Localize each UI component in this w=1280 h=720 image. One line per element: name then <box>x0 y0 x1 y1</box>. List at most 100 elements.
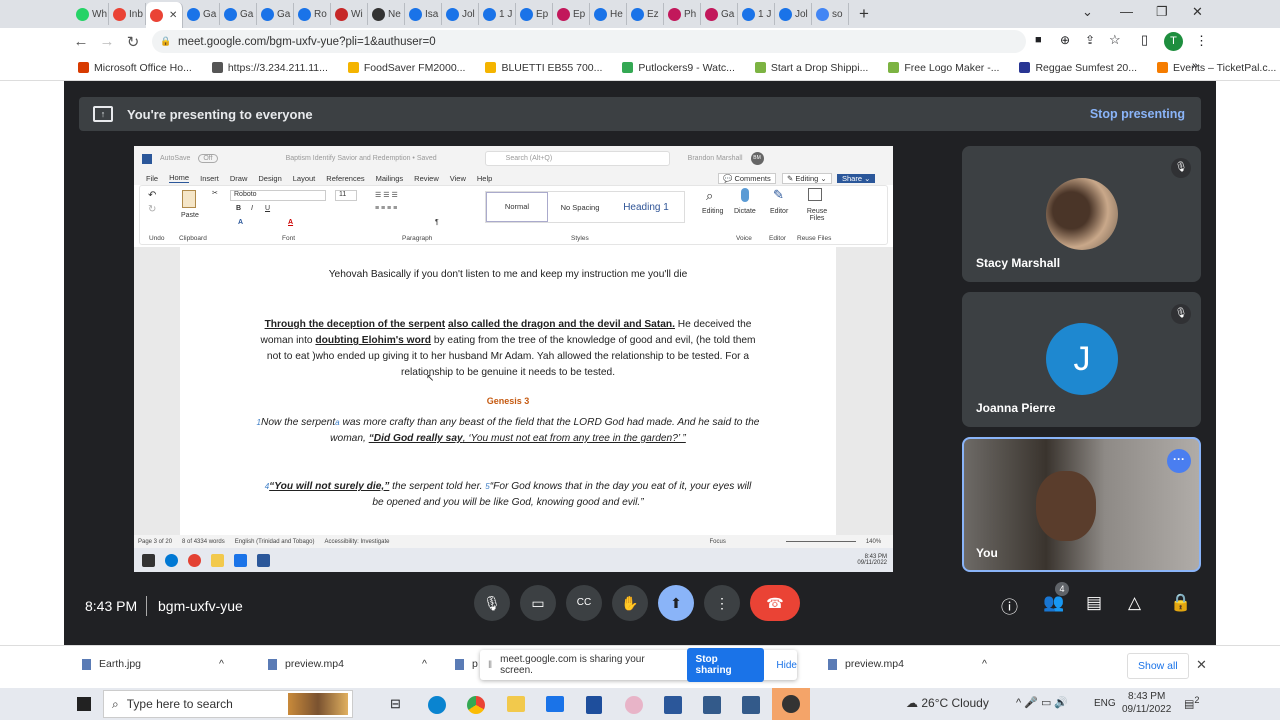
align-icons[interactable]: ≡ ≡ ≡ ≡ <box>375 205 397 212</box>
paste-icon[interactable] <box>182 190 196 208</box>
bookmark-item[interactable]: https://3.234.211.11... <box>211 62 328 74</box>
undo-icon[interactable]: ↶ <box>148 190 156 201</box>
menu-view[interactable]: View <box>450 174 466 183</box>
mail-taskbar-icon[interactable] <box>546 696 564 712</box>
underline-button[interactable]: U <box>265 205 270 212</box>
share-button[interactable]: Share ⌄ <box>837 173 876 183</box>
close-tab-icon[interactable]: ✕ <box>169 10 177 21</box>
obs-taskbar-button[interactable] <box>772 688 810 720</box>
autosave-toggle[interactable]: Off <box>198 154 218 163</box>
browser-tab[interactable]: Inb <box>109 3 146 25</box>
stop-presenting-button[interactable]: Stop presenting <box>1090 107 1185 121</box>
tab-search-button[interactable]: ⌄ <box>1082 4 1093 20</box>
hide-button[interactable]: Hide <box>776 660 797 671</box>
browser-tab[interactable]: Ne <box>368 3 405 25</box>
user-avatar[interactable]: BM <box>750 152 764 165</box>
bookmark-item[interactable]: Events – TicketPal.c... <box>1157 62 1276 74</box>
reuse-files-button[interactable]: Reuse Files <box>802 208 832 222</box>
browser-tab[interactable]: Ga <box>257 3 294 25</box>
menu-design[interactable]: Design <box>258 174 281 183</box>
download-item[interactable]: preview.mp4 ^ <box>268 658 427 670</box>
browser-tab[interactable]: Ga <box>701 3 738 25</box>
raise-hand-button[interactable]: ✋ <box>612 585 648 621</box>
document-page[interactable]: Yehovah Basically if you don't listen to… <box>180 247 836 535</box>
zoom-slider[interactable] <box>785 541 856 542</box>
more-options-button[interactable]: ⋮ <box>704 585 740 621</box>
profile-avatar[interactable]: T <box>1164 32 1183 51</box>
taskbar-search-input[interactable]: ⌕ Type here to search <box>103 690 353 718</box>
font-name-select[interactable]: Roboto <box>230 190 326 201</box>
windows-start-icon[interactable] <box>77 697 91 711</box>
chrome-taskbar-icon[interactable] <box>467 696 485 714</box>
info-icon[interactable]: ⓘ <box>1001 593 1018 618</box>
bold-button[interactable]: B <box>236 205 241 212</box>
weather-widget[interactable]: ☁ 26°C Cloudy <box>906 696 989 710</box>
menu-home[interactable]: Home <box>169 173 190 183</box>
editing-mode-button[interactable]: ✎ Editing ⌄ <box>782 172 832 184</box>
browser-tab[interactable]: Isa <box>405 3 442 25</box>
media-app-icon[interactable] <box>742 696 760 714</box>
bookmark-item[interactable]: Start a Drop Shippi... <box>754 62 868 74</box>
style-heading-1[interactable]: Heading 1 <box>612 202 680 213</box>
browser-tab[interactable]: Jol <box>442 3 479 25</box>
chevron-up-icon[interactable]: ^ <box>982 658 987 670</box>
captions-button[interactable]: CC <box>566 585 602 621</box>
chevron-up-icon[interactable]: ^ <box>219 658 224 670</box>
menu-mailings[interactable]: Mailings <box>376 174 404 183</box>
browser-tab[interactable]: Ga <box>220 3 257 25</box>
editor-icon[interactable]: ✎ <box>773 187 784 203</box>
more-options-icon[interactable]: ··· <box>1167 449 1191 473</box>
camera-button[interactable]: ▭ <box>520 585 556 621</box>
pilcrow-icon[interactable]: ¶ <box>435 219 439 226</box>
bookmark-item[interactable]: BLUETTI EB55 700... <box>485 62 602 74</box>
show-all-button[interactable]: Show all <box>1127 653 1189 679</box>
tray-icons[interactable]: ^ 🎤 ▭ 🔊 <box>1016 696 1068 709</box>
browser-tab[interactable]: so <box>812 3 849 25</box>
style-normal[interactable]: Normal <box>486 192 548 222</box>
download-item[interactable]: p <box>455 658 478 670</box>
browser-tab[interactable]: Ep <box>553 3 590 25</box>
camera-icon[interactable]: ■ <box>1035 34 1042 46</box>
back-icon[interactable]: ← <box>68 33 94 50</box>
notifications-icon[interactable]: ▤2 <box>1184 695 1200 711</box>
bullets-icon[interactable]: ☰ ☰ ☰ <box>375 191 398 199</box>
browser-tab[interactable]: 1 J <box>479 3 516 25</box>
browser-tab[interactable]: 1 J <box>738 3 775 25</box>
language[interactable]: English (Trinidad and Tobago) <box>235 539 315 545</box>
redo-icon[interactable]: ↻ <box>148 204 156 215</box>
style-no-spacing[interactable]: No Spacing <box>548 203 612 212</box>
reuse-files-icon[interactable] <box>808 188 822 201</box>
accessibility[interactable]: Accessibility: Investigate <box>324 539 389 545</box>
zoom-icon[interactable]: ⊕ <box>1060 33 1070 47</box>
bookmark-item[interactable]: Reggae Sumfest 20... <box>1019 62 1137 74</box>
app-icon[interactable] <box>625 696 643 714</box>
cut-icon[interactable]: ✂ <box>212 189 218 197</box>
mic-button[interactable]: 🎙 <box>474 585 510 621</box>
word-search-input[interactable]: Search (Alt+Q) <box>484 151 670 166</box>
menu-icon[interactable]: ⋮ <box>1195 33 1208 49</box>
close-downloads-icon[interactable]: ✕ <box>1196 657 1207 673</box>
focus-button[interactable]: Focus <box>709 539 725 545</box>
editor-button[interactable]: Editor <box>770 208 788 215</box>
host-controls-icon[interactable]: 🔒 <box>1170 593 1191 613</box>
stop-sharing-button[interactable]: Stop sharing <box>686 648 765 682</box>
chevron-up-icon[interactable]: ^ <box>422 658 427 670</box>
maximize-button[interactable]: ❐ <box>1156 4 1168 20</box>
menu-draw[interactable]: Draw <box>230 174 248 183</box>
page-count[interactable]: Page 3 of 20 <box>138 539 172 545</box>
new-tab-button[interactable]: + <box>859 4 869 24</box>
leave-call-button[interactable]: ☎ <box>750 585 800 621</box>
dictate-icon[interactable] <box>741 188 749 202</box>
download-item[interactable]: Earth.jpg ^ <box>82 658 224 670</box>
browser-tab[interactable]: Wh <box>72 3 109 25</box>
word-taskbar-icon[interactable] <box>664 696 682 714</box>
bookmark-item[interactable]: Putlockers9 - Watc... <box>622 62 735 74</box>
browser-tab[interactable]: Ga <box>183 3 220 25</box>
find-icon[interactable]: ⌕ <box>706 188 713 204</box>
url-input[interactable]: 🔒 meet.google.com/bgm-uxfv-yue?pli=1&aut… <box>152 30 1026 53</box>
browser-tab[interactable]: Wi <box>331 3 368 25</box>
chat-icon[interactable]: ▤ <box>1086 593 1102 613</box>
browser-tab[interactable]: Jol <box>775 3 812 25</box>
language-indicator[interactable]: ENG <box>1094 698 1116 709</box>
dictate-button[interactable]: Dictate <box>734 208 756 215</box>
